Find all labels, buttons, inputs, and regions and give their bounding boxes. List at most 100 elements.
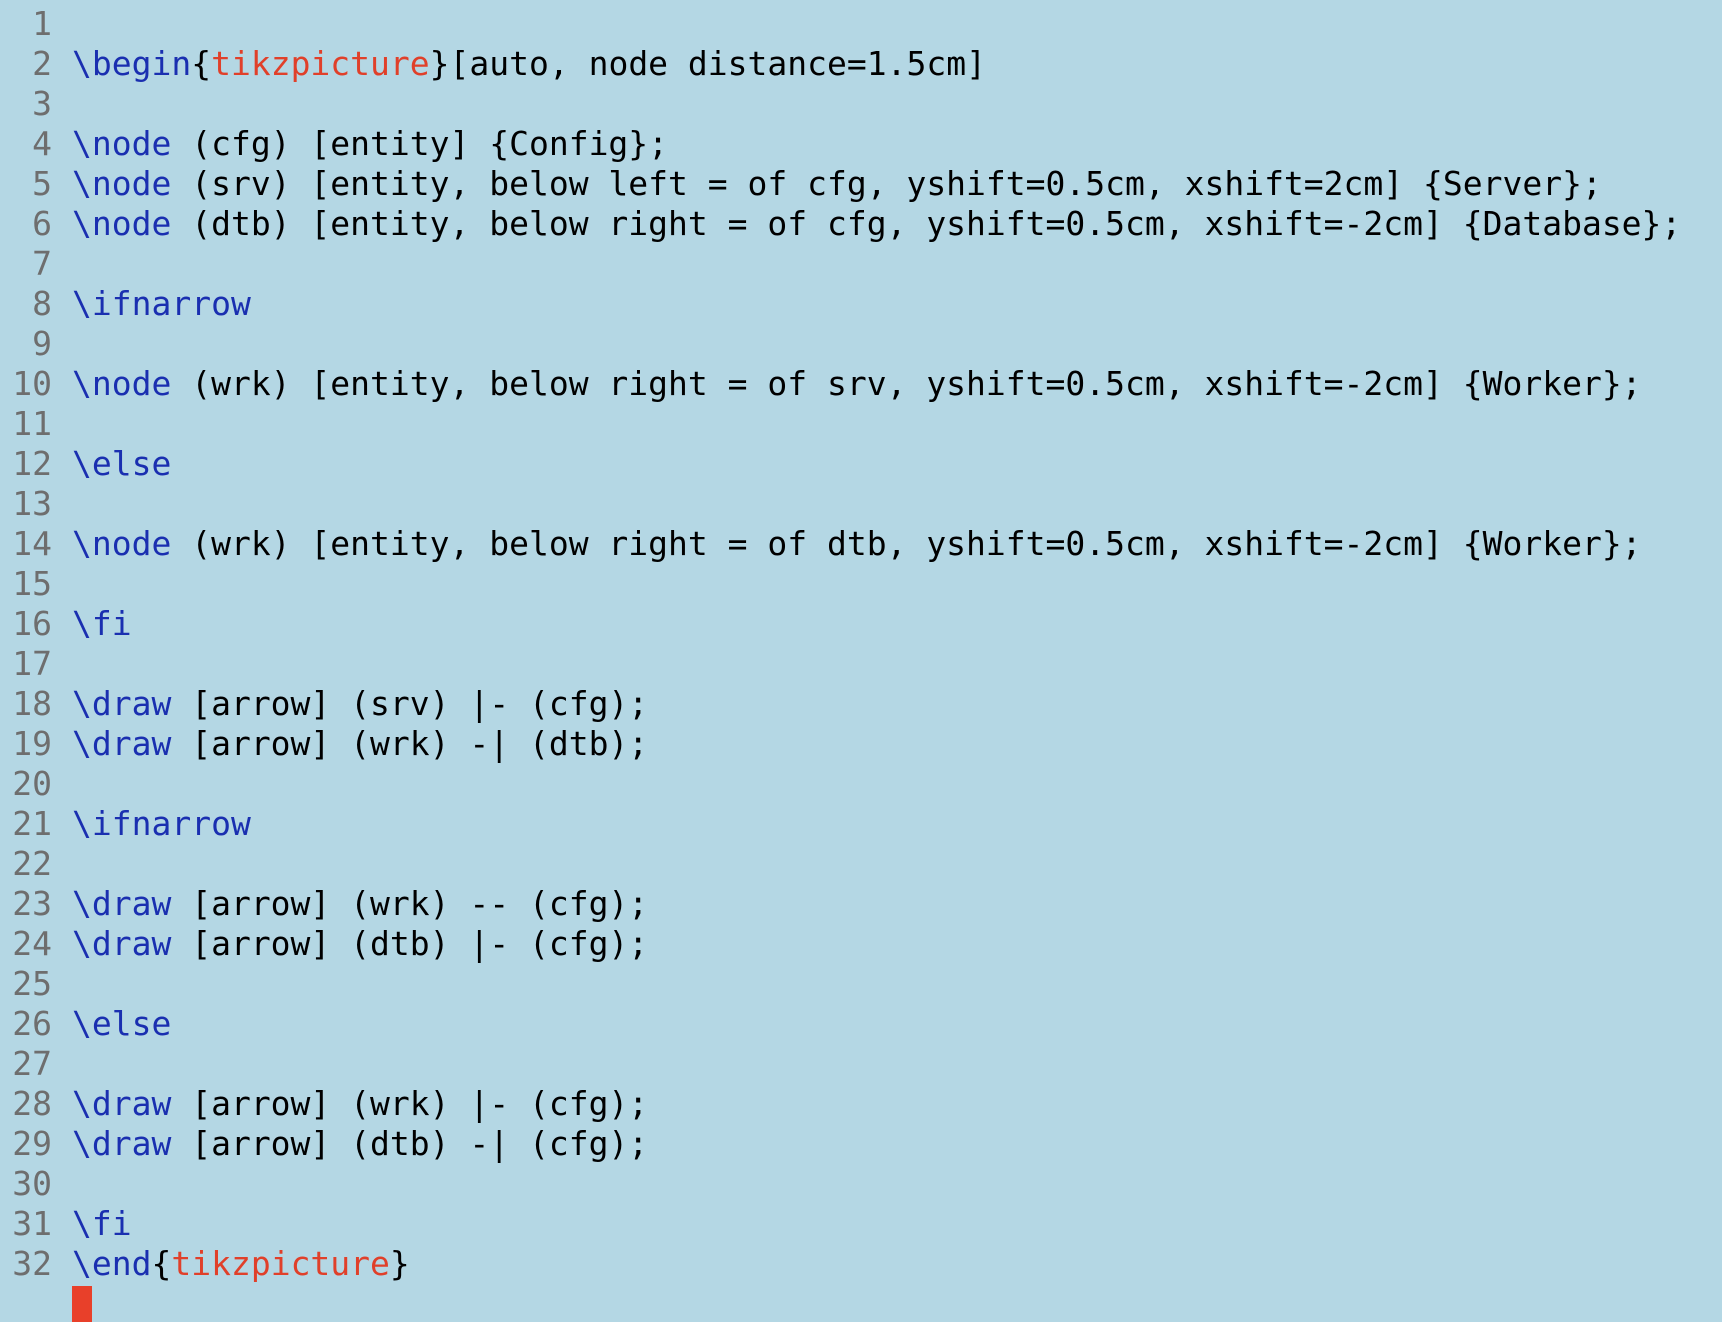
- line-code: \draw [arrow] (srv) |- (cfg);: [72, 684, 648, 724]
- code-line[interactable]: 11: [0, 404, 52, 444]
- code-text: (dtb) [entity, below right = of cfg, ysh…: [171, 204, 1682, 243]
- line-code: \draw [arrow] (wrk) -| (dtb);: [72, 724, 648, 764]
- line-number: 10: [12, 364, 52, 403]
- line-number: 4: [32, 124, 52, 163]
- latex-command: \draw: [72, 1084, 172, 1123]
- code-text: [arrow] (srv) |- (cfg);: [171, 684, 649, 723]
- line-number: 15: [12, 564, 52, 603]
- line-number: 19: [12, 724, 52, 763]
- latex-command: \begin: [72, 44, 192, 83]
- code-line[interactable]: 8 \ifnarrow: [0, 284, 251, 324]
- line-number: 28: [12, 1084, 52, 1123]
- code-line[interactable]: 23 \draw [arrow] (wrk) -- (cfg);: [0, 884, 648, 924]
- line-code: \node (cfg) [entity] {Config};: [72, 124, 668, 164]
- line-number: 16: [12, 604, 52, 643]
- code-line[interactable]: 19 \draw [arrow] (wrk) -| (dtb);: [0, 724, 648, 764]
- code-line[interactable]: 2 \begin{tikzpicture}[auto, node distance…: [0, 44, 986, 84]
- code-line[interactable]: 29 \draw [arrow] (dtb) -| (cfg);: [0, 1124, 648, 1164]
- code-line[interactable]: 18 \draw [arrow] (srv) |- (cfg);: [0, 684, 648, 724]
- latex-command: \node: [72, 164, 172, 203]
- line-number: 32: [12, 1244, 52, 1283]
- code-line[interactable]: 5 \node (srv) [entity, below left = of cf…: [0, 164, 1602, 204]
- code-text: [arrow] (dtb) -| (cfg);: [171, 1124, 649, 1163]
- code-line[interactable]: 24 \draw [arrow] (dtb) |- (cfg);: [0, 924, 648, 964]
- latex-command: \node: [72, 364, 172, 403]
- line-number: 21: [12, 804, 52, 843]
- line-number: 24: [12, 924, 52, 963]
- line-code: \begin{tikzpicture}[auto, node distance=…: [72, 44, 986, 84]
- code-line[interactable]: 16 \fi: [0, 604, 131, 644]
- latex-command: \fi: [72, 1204, 132, 1243]
- code-line[interactable]: 14 \node (wrk) [entity, below right = of …: [0, 524, 1641, 564]
- code-line[interactable]: 4 \node (cfg) [entity] {Config};: [0, 124, 668, 164]
- line-code: \draw [arrow] (dtb) -| (cfg);: [72, 1124, 648, 1164]
- latex-command: \ifnarrow: [72, 284, 251, 323]
- code-line[interactable]: 15: [0, 564, 52, 604]
- line-number: 27: [12, 1044, 52, 1083]
- line-number: 14: [12, 524, 52, 563]
- code-text: {: [151, 1244, 172, 1283]
- code-line[interactable]: 3: [0, 84, 52, 124]
- code-line[interactable]: 30: [0, 1164, 52, 1204]
- code-text: [arrow] (wrk) |- (cfg);: [171, 1084, 649, 1123]
- code-line[interactable]: 9: [0, 324, 52, 364]
- code-text: (srv) [entity, below left = of cfg, yshi…: [171, 164, 1602, 203]
- line-code: \node (srv) [entity, below left = of cfg…: [72, 164, 1602, 204]
- code-text: [arrow] (wrk) -- (cfg);: [171, 884, 649, 923]
- code-text: [arrow] (dtb) |- (cfg);: [171, 924, 649, 963]
- code-line[interactable]: 10 \node (wrk) [entity, below right = of …: [0, 364, 1641, 404]
- environment-name: tikzpicture: [211, 44, 430, 83]
- code-line[interactable]: 7: [0, 244, 52, 284]
- code-text: (wrk) [entity, below right = of dtb, ysh…: [171, 524, 1642, 563]
- line-number: 31: [12, 1204, 52, 1243]
- line-code: \fi: [72, 604, 132, 644]
- code-line[interactable]: 22: [0, 844, 52, 884]
- latex-command: \end: [72, 1244, 152, 1283]
- latex-command: \draw: [72, 1124, 172, 1163]
- line-code: \draw [arrow] (wrk) -- (cfg);: [72, 884, 648, 924]
- code-line[interactable]: 32 \end{tikzpicture}: [0, 1244, 410, 1284]
- line-number: 22: [12, 844, 52, 883]
- code-editor[interactable]: 1 2 \begin{tikzpicture}[auto, node distanc…: [0, 0, 1722, 1322]
- code-text: {: [191, 44, 212, 83]
- code-line[interactable]: 6 \node (dtb) [entity, below right = of c…: [0, 204, 1681, 244]
- code-text: }: [389, 1244, 410, 1283]
- latex-command: \node: [72, 204, 172, 243]
- code-line[interactable]: 25: [0, 964, 52, 1004]
- code-line[interactable]: 28 \draw [arrow] (wrk) |- (cfg);: [0, 1084, 648, 1124]
- code-line[interactable]: 1: [0, 4, 52, 44]
- line-number: 30: [12, 1164, 52, 1203]
- code-text: (cfg) [entity] {Config};: [171, 124, 669, 163]
- latex-command: \draw: [72, 884, 172, 923]
- code-line[interactable]: 13: [0, 484, 52, 524]
- line-code: \fi: [72, 1204, 132, 1244]
- line-number: 12: [12, 444, 52, 483]
- line-number: 5: [32, 164, 52, 203]
- line-number: 11: [12, 404, 52, 443]
- code-line[interactable]: 26 \else: [0, 1004, 171, 1044]
- code-line[interactable]: 17: [0, 644, 52, 684]
- line-number: 13: [12, 484, 52, 523]
- line-number: 25: [12, 964, 52, 1003]
- line-code: \draw [arrow] (dtb) |- (cfg);: [72, 924, 648, 964]
- line-code: \end{tikzpicture}: [72, 1244, 410, 1284]
- code-line[interactable]: 20: [0, 764, 52, 804]
- line-number: 9: [32, 324, 52, 363]
- code-text: (wrk) [entity, below right = of srv, ysh…: [171, 364, 1642, 403]
- code-line[interactable]: 12 \else: [0, 444, 171, 484]
- code-text: }[auto, node distance=1.5cm]: [429, 44, 986, 83]
- latex-command: \draw: [72, 684, 172, 723]
- line-code: \ifnarrow: [72, 804, 251, 844]
- line-number: 23: [12, 884, 52, 923]
- code-line[interactable]: 21 \ifnarrow: [0, 804, 251, 844]
- code-line[interactable]: 31 \fi: [0, 1204, 131, 1244]
- latex-command: \else: [72, 444, 172, 483]
- line-number: 29: [12, 1124, 52, 1163]
- line-code: \draw [arrow] (wrk) |- (cfg);: [72, 1084, 648, 1124]
- line-number: 26: [12, 1004, 52, 1043]
- latex-command: \ifnarrow: [72, 804, 251, 843]
- line-code: \node (wrk) [entity, below right = of dt…: [72, 524, 1642, 564]
- text-cursor: [72, 1286, 92, 1322]
- code-line[interactable]: 27: [0, 1044, 52, 1084]
- latex-command: \node: [72, 124, 172, 163]
